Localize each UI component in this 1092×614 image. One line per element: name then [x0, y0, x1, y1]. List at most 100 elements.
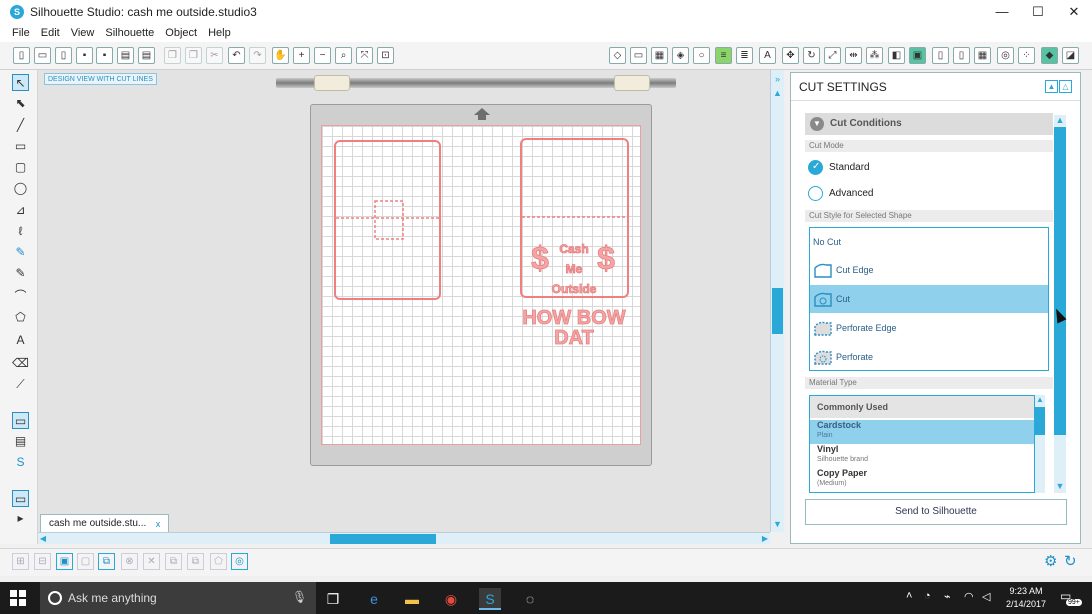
regular-polygon-tool-icon[interactable]: ⬠ — [12, 309, 29, 326]
modify-icon[interactable]: ◧ — [888, 47, 905, 64]
menu-help[interactable]: Help — [208, 27, 231, 39]
cut-settings-icon[interactable]: ◆ — [1041, 47, 1058, 64]
preferences-icon[interactable]: ○ — [693, 47, 710, 64]
menu-file[interactable]: File — [12, 27, 30, 39]
freehand-tool-icon[interactable]: ✎ — [12, 244, 29, 261]
menu-silhouette[interactable]: Silhouette — [105, 27, 154, 39]
replicate-icon[interactable]: ⁂ — [866, 47, 883, 64]
ungroup-icon[interactable]: ⊟ — [34, 553, 51, 570]
menu-view[interactable]: View — [71, 27, 95, 39]
redo-icon[interactable]: ↷ — [249, 47, 266, 64]
print-cut-icon[interactable]: ▤ — [138, 47, 155, 64]
collapse-panel-icon[interactable]: » — [772, 74, 783, 85]
panel-scroll-up-icon[interactable]: ▲ — [1054, 115, 1066, 126]
trace-icon[interactable]: ▯ — [932, 47, 949, 64]
line-color-icon[interactable]: ≡ — [715, 47, 732, 64]
show-design-area-icon[interactable]: ▭ — [12, 490, 29, 507]
design-canvas[interactable]: DESIGN VIEW WITH CUT LINES $ Cash Me Out… — [38, 70, 770, 544]
eraser-tool-icon[interactable]: ⌫ — [12, 355, 29, 372]
undo-icon[interactable]: ↶ — [228, 47, 245, 64]
advanced-radio[interactable] — [808, 186, 823, 201]
menu-object[interactable]: Object — [165, 27, 197, 39]
cut-conditions-header[interactable]: ▼ Cut Conditions — [805, 113, 1053, 135]
refresh-icon[interactable]: ↻ — [1064, 552, 1077, 570]
zoom-in-icon[interactable]: + — [293, 47, 310, 64]
file-explorer-icon[interactable]: ▬ — [401, 588, 423, 610]
material-scroll-thumb[interactable] — [1035, 407, 1045, 435]
save-icon[interactable]: ▪ — [76, 47, 93, 64]
material-vinyl[interactable]: Vinyl Silhouette brand — [810, 444, 1034, 468]
save-library-icon[interactable]: ▪ — [96, 47, 113, 64]
rhinestone-icon[interactable]: ⁘ — [1018, 47, 1035, 64]
chevron-down-icon[interactable]: ▼ — [810, 117, 824, 131]
pan-hand-icon[interactable]: ✋ — [272, 47, 289, 64]
horizontal-scrollbar[interactable]: ◀ ▶ — [38, 532, 770, 544]
arc-tool-icon[interactable]: ⌒ — [12, 288, 29, 305]
select-tool-icon[interactable]: ↖ — [12, 74, 29, 91]
store-icon[interactable]: ◎ — [997, 47, 1014, 64]
panel-scroll-thumb[interactable] — [1054, 127, 1066, 435]
taskbar-clock[interactable]: 9:23 AM 2/14/2017 — [998, 585, 1054, 611]
extra-app-icon[interactable]: ◌ — [519, 588, 541, 610]
duplicate-icon[interactable]: ⧉ — [98, 553, 115, 570]
standard-label[interactable]: Standard — [829, 162, 870, 173]
silhouette-store-icon[interactable]: S — [12, 454, 29, 471]
volume-icon[interactable]: ◁ — [982, 590, 990, 603]
vertical-scroll-thumb[interactable] — [772, 288, 783, 334]
close-button[interactable]: ✕ — [1056, 0, 1092, 24]
delete-icon[interactable]: ⊗ — [121, 553, 138, 570]
line-tool-icon[interactable]: ╱ — [12, 117, 29, 134]
line-style-icon[interactable]: ≣ — [736, 47, 753, 64]
offset-icon[interactable]: ▣ — [909, 47, 926, 64]
scroll-left-icon[interactable]: ◀ — [38, 534, 48, 544]
style-perforate-edge[interactable]: Perforate Edge — [810, 314, 1048, 342]
page-setup-icon[interactable]: ▭ — [630, 47, 647, 64]
library-view-icon[interactable]: ▤ — [12, 433, 29, 450]
wifi-icon[interactable]: ◠ — [964, 590, 974, 603]
style-perforate[interactable]: Perforate — [810, 343, 1048, 371]
bring-front-icon[interactable]: ⧉ — [165, 553, 182, 570]
design-page-settings-icon[interactable]: ◇ — [609, 47, 626, 64]
fill-pattern-icon[interactable]: ▯ — [953, 47, 970, 64]
transform-icon[interactable]: ✥ — [782, 47, 799, 64]
rounded-rectangle-tool-icon[interactable]: ▢ — [12, 159, 29, 176]
panel-scroll-down-icon[interactable]: ▼ — [1054, 481, 1066, 492]
new-window-icon[interactable]: ▯ — [55, 47, 72, 64]
panel-dock-icon[interactable]: ▲ — [1045, 80, 1058, 93]
drag-zoom-icon[interactable]: ⤧ — [356, 47, 373, 64]
edit-points-icon[interactable]: ⬉ — [12, 95, 29, 112]
fit-to-page-icon[interactable]: ⊡ — [377, 47, 394, 64]
gear-icon[interactable]: ⚙ — [1044, 552, 1057, 570]
minimize-button[interactable]: — — [984, 0, 1020, 24]
print-icon[interactable]: ▤ — [117, 47, 134, 64]
scroll-down-icon[interactable]: ▼ — [772, 519, 783, 530]
menu-edit[interactable]: Edit — [41, 27, 60, 39]
taskbar-search-input[interactable]: Ask me anything 🎙 — [40, 582, 316, 614]
group-icon[interactable]: ⊞ — [12, 553, 29, 570]
send-to-silhouette-button[interactable]: Send to Silhouette — [805, 499, 1067, 525]
material-cardstock[interactable]: Cardstock Plain — [810, 420, 1034, 444]
edge-browser-icon[interactable]: e — [363, 588, 385, 610]
design-view-icon[interactable]: ▭ — [12, 412, 29, 429]
new-file-icon[interactable]: ▯ — [13, 47, 30, 64]
zoom-out-icon[interactable]: − — [314, 47, 331, 64]
vertical-scrollbar[interactable]: » ▲ ▼ — [770, 70, 784, 532]
horizontal-scroll-thumb[interactable] — [330, 534, 436, 544]
scroll-right-icon[interactable]: ▶ — [760, 534, 770, 544]
standard-radio[interactable] — [808, 160, 823, 175]
advanced-label[interactable]: Advanced — [829, 188, 873, 199]
scale-icon[interactable]: ⤢ — [824, 47, 841, 64]
text-tool-icon[interactable]: A — [12, 332, 29, 349]
delete-x-icon[interactable]: ✕ — [143, 553, 160, 570]
zoom-select-icon[interactable]: ⌕ — [335, 47, 352, 64]
style-cut[interactable]: Cut — [810, 285, 1048, 313]
style-no-cut[interactable]: No Cut — [810, 228, 1048, 256]
task-view-icon[interactable]: ❐ — [322, 588, 344, 610]
show-hidden-icons-icon[interactable]: ˄ — [906, 590, 912, 602]
style-cut-edge[interactable]: Cut Edge — [810, 256, 1048, 284]
expand-panel-icon[interactable]: ▸ — [12, 510, 29, 527]
ellipse-tool-icon[interactable]: ◯ — [12, 180, 29, 197]
chrome-icon[interactable]: ◉ — [440, 588, 462, 610]
material-group-header[interactable]: Commonly Used — [810, 396, 1034, 418]
make-compound-icon[interactable]: ▣ — [56, 553, 73, 570]
